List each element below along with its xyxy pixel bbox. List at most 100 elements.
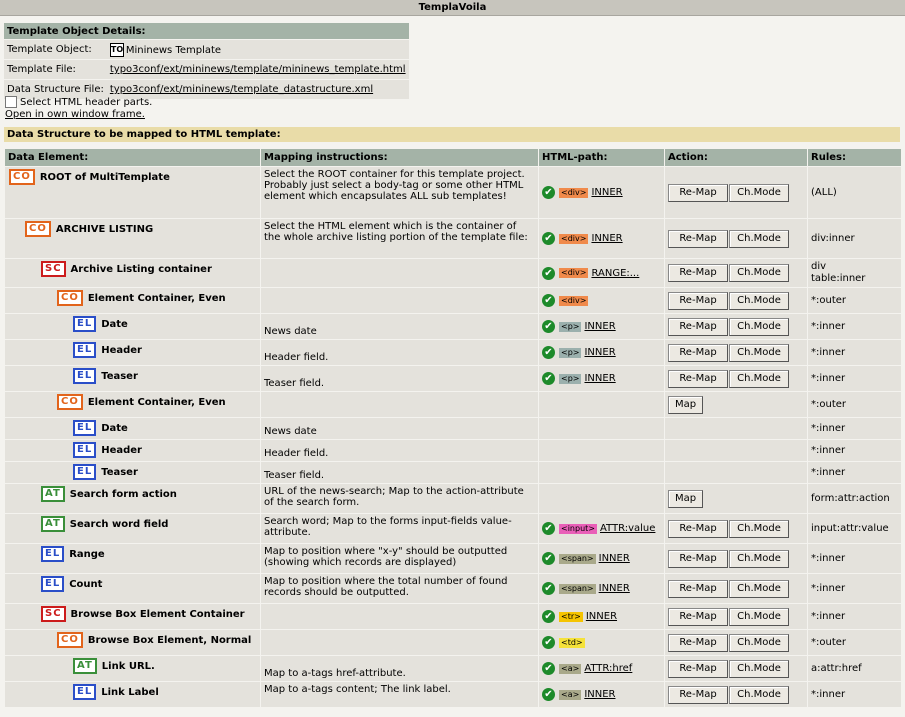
html-path-link[interactable]: INNER (599, 553, 630, 564)
html-path-link[interactable]: INNER (586, 611, 617, 622)
re-map-button[interactable]: Re-Map (668, 369, 728, 388)
template-object-icon: TO (109, 42, 124, 57)
html-path-link[interactable]: INNER (591, 187, 622, 198)
table-row: EL Range Map to position where "x-y" shoul… (4, 543, 902, 574)
html-path-link[interactable]: RANGE:... (591, 268, 639, 279)
html-path-link[interactable]: INNER (584, 373, 615, 384)
change-mode-button[interactable]: Ch.Mode (729, 229, 789, 248)
data-element-cell: EL Link Label (4, 681, 261, 708)
mapping-instructions-cell: Header field. (260, 439, 539, 462)
html-path-link[interactable]: INNER (584, 321, 615, 332)
table-row: EL Date News date *:inner (4, 417, 902, 440)
change-mode-button[interactable]: Ch.Mode (729, 633, 789, 652)
el-type-icon: EL (73, 368, 97, 384)
data-element-cell: EL Header (4, 339, 261, 366)
change-mode-button[interactable]: Ch.Mode (729, 183, 789, 202)
change-mode-button[interactable]: Ch.Mode (729, 291, 789, 310)
re-map-button[interactable]: Re-Map (668, 343, 728, 362)
html-path-cell: ✔ <p> INNER (538, 313, 665, 340)
mapping-instructions-cell: Header field. (260, 339, 539, 366)
html-path-link[interactable]: INNER (584, 689, 615, 700)
re-map-button[interactable]: Re-Map (668, 317, 728, 336)
action-cell (664, 417, 808, 440)
html-tag-label: <span> (559, 553, 596, 564)
change-mode-button[interactable]: Ch.Mode (729, 549, 789, 568)
html-path-link[interactable]: INNER (584, 347, 615, 358)
re-map-button[interactable]: Re-Map (668, 633, 728, 652)
html-path-link[interactable]: INNER (591, 233, 622, 244)
data-structure-file-link[interactable]: typo3conf/ext/mininews/template_datastru… (110, 84, 373, 95)
data-element-name: Range (69, 549, 105, 560)
html-tag-label: <input> (559, 523, 597, 534)
re-map-button[interactable]: Re-Map (668, 579, 728, 598)
change-mode-button[interactable]: Ch.Mode (729, 519, 789, 538)
re-map-button[interactable]: Re-Map (668, 519, 728, 538)
check-icon: ✔ (542, 320, 555, 333)
re-map-button[interactable]: Re-Map (668, 685, 728, 704)
table-row: CO ARCHIVE LISTING Select the HTML element… (4, 218, 902, 259)
html-path-link[interactable]: ATTR:value (600, 523, 655, 534)
html-path-link[interactable]: ATTR:href (584, 663, 632, 674)
action-cell: Map (664, 483, 808, 514)
mapping-instructions-cell: News date (260, 313, 539, 340)
html-path-cell: ✔ <div> INNER (538, 218, 665, 259)
data-element-name: Element Container, Even (87, 293, 226, 304)
rules-cell: div:inner (807, 218, 902, 259)
re-map-button[interactable]: Re-Map (668, 183, 728, 202)
change-mode-button[interactable]: Ch.Mode (729, 607, 789, 626)
re-map-button[interactable]: Re-Map (668, 264, 728, 282)
data-element-name: Search form action (69, 489, 177, 500)
map-button[interactable]: Map (668, 489, 704, 508)
template-object-details: Template Object Details: Template Object… (4, 23, 409, 100)
check-icon: ✔ (542, 266, 555, 280)
html-path-link[interactable]: INNER (599, 583, 630, 594)
details-heading: Template Object Details: (4, 23, 409, 40)
data-element-name: Count (69, 579, 103, 590)
change-mode-button[interactable]: Ch.Mode (729, 343, 789, 362)
re-map-button[interactable]: Re-Map (668, 607, 728, 626)
rules-cell: *:inner (807, 603, 902, 630)
data-element-cell: AT Search word field (4, 513, 261, 544)
change-mode-button[interactable]: Ch.Mode (729, 685, 789, 704)
table-row: AT Link URL. Map to a-tags href-attribute.… (4, 655, 902, 682)
change-mode-button[interactable]: Ch.Mode (729, 659, 789, 678)
html-path-cell: ✔ <div> (538, 287, 665, 314)
template-object-value: Mininews Template (125, 44, 222, 56)
re-map-button[interactable]: Re-Map (668, 659, 728, 678)
table-row: EL Teaser Teaser field. *:inner (4, 461, 902, 484)
select-header-checkbox[interactable] (5, 96, 17, 108)
check-icon: ✔ (542, 294, 555, 307)
rules-cell: *:inner (807, 417, 902, 440)
details-row-object: Template Object: TO Mininews Template (4, 39, 409, 60)
change-mode-button[interactable]: Ch.Mode (729, 264, 789, 282)
change-mode-button[interactable]: Ch.Mode (729, 579, 789, 598)
re-map-button[interactable]: Re-Map (668, 291, 728, 310)
rules-cell: *:inner (807, 573, 902, 604)
open-own-window-link[interactable]: Open in own window frame. (5, 109, 145, 120)
map-button[interactable]: Map (668, 395, 704, 414)
check-icon: ✔ (542, 688, 555, 701)
html-path-cell: ✔ <p> INNER (538, 339, 665, 366)
el-type-icon: EL (73, 420, 97, 436)
action-cell: Re-Map Ch.Mode (664, 513, 808, 544)
rules-cell: *:inner (807, 461, 902, 484)
change-mode-button[interactable]: Ch.Mode (729, 369, 789, 388)
template-file-link[interactable]: typo3conf/ext/mininews/template/mininews… (110, 64, 406, 75)
action-cell: Re-Map Ch.Mode (664, 603, 808, 630)
html-path-cell: ✔ <span> INNER (538, 543, 665, 574)
html-path-cell: ✔ <div> RANGE:... (538, 258, 665, 288)
re-map-button[interactable]: Re-Map (668, 229, 728, 248)
html-tag-label: <span> (559, 583, 596, 594)
re-map-button[interactable]: Re-Map (668, 549, 728, 568)
select-header-option: Select HTML header parts. (5, 96, 152, 108)
action-cell: Re-Map Ch.Mode (664, 258, 808, 288)
data-element-cell: CO Browse Box Element, Normal (4, 629, 261, 656)
table-row: CO ROOT of MultiTemplate Select the ROOT c… (4, 166, 902, 219)
html-tag-label: <div> (559, 233, 589, 244)
data-element-name: Link URL. (101, 661, 155, 672)
change-mode-button[interactable]: Ch.Mode (729, 317, 789, 336)
data-element-name: Header (101, 345, 142, 356)
data-element-name: Header (101, 445, 142, 456)
data-element-cell: AT Search form action (4, 483, 261, 514)
table-row: EL Header Header field. *:inner (4, 439, 902, 462)
